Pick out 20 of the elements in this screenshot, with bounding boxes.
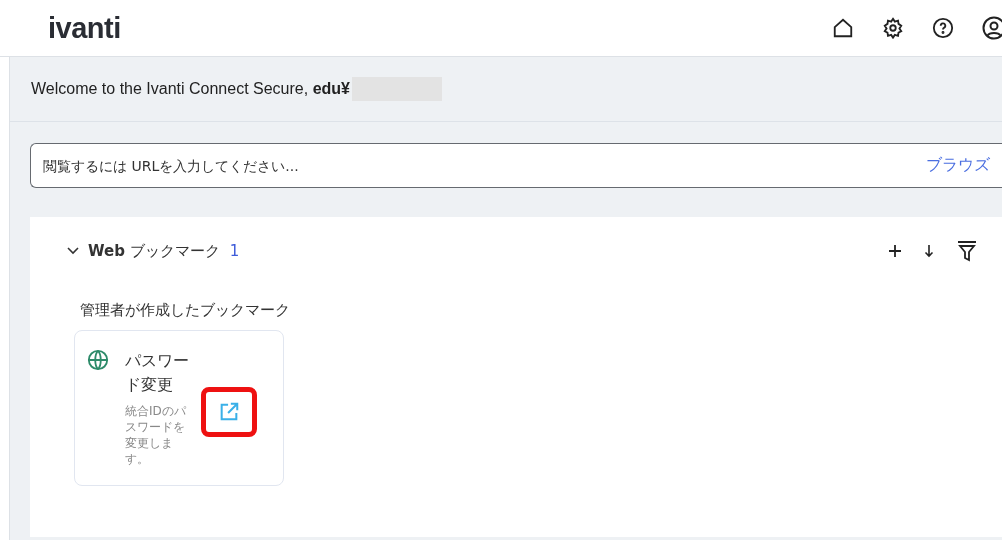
plus-icon[interactable]: [888, 244, 902, 258]
url-field[interactable]: 閲覧するには URLを入力してください... ブラウズ: [30, 143, 1002, 188]
user-icon[interactable]: [982, 16, 1002, 40]
help-icon[interactable]: [932, 17, 954, 39]
filter-icon[interactable]: [956, 240, 978, 262]
highlight-frame[interactable]: [201, 387, 257, 437]
bookmark-title: パスワード変更: [125, 350, 189, 396]
bookmark-card[interactable]: パスワード変更 統合IDのパスワードを変更します。: [74, 330, 284, 486]
bookmark-count: 1: [229, 242, 240, 260]
chevron-icon[interactable]: [66, 246, 80, 256]
settings-icon[interactable]: [882, 17, 904, 39]
group-title: 管理者が作成したブックマーク: [80, 301, 291, 320]
welcome-text: Welcome to the Ivanti Connect Secure, edu¥: [31, 80, 350, 98]
logo[interactable]: ivanti: [48, 11, 121, 45]
bookmark-description: 統合IDのパスワードを変更します。: [125, 403, 187, 467]
browse-link[interactable]: ブラウズ: [926, 155, 990, 176]
home-icon[interactable]: [832, 17, 854, 39]
globe-icon: [87, 349, 109, 371]
down-arrow-icon[interactable]: [924, 244, 934, 258]
section-title: Web ブックマーク: [88, 241, 220, 261]
